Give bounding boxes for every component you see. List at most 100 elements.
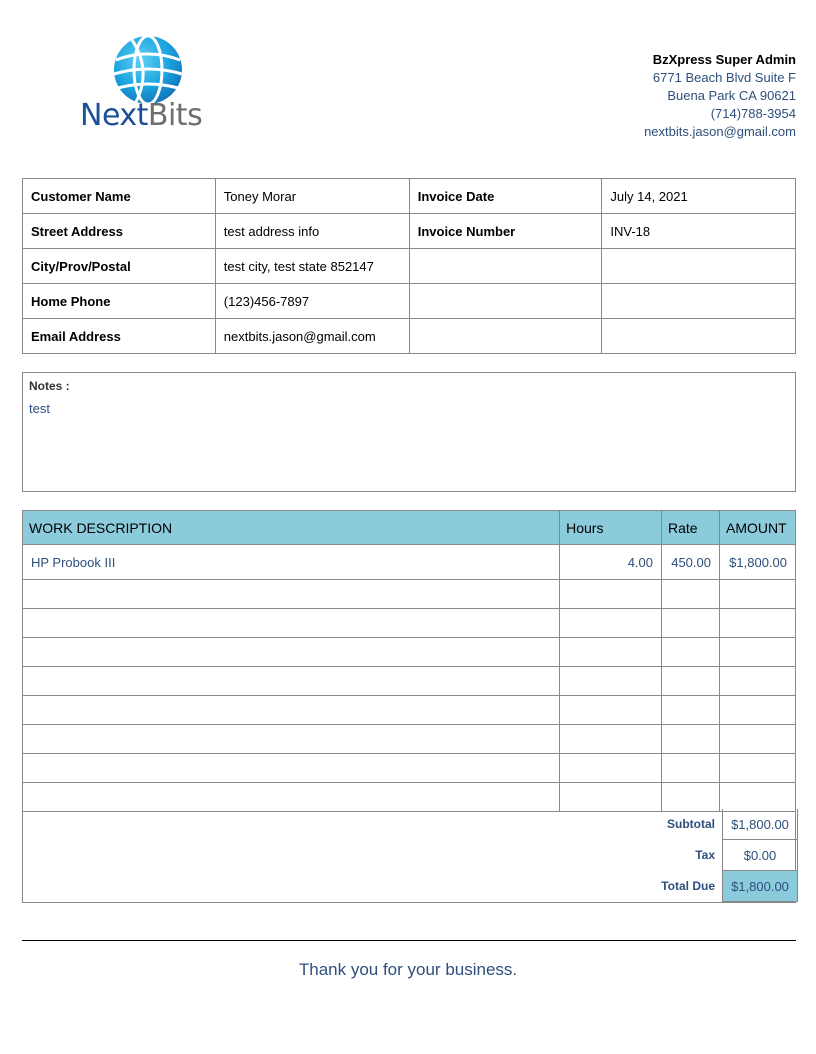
empty-cell <box>559 608 662 638</box>
empty-cell <box>559 782 662 812</box>
empty-cell <box>601 248 796 284</box>
empty-cell <box>661 637 720 667</box>
table-row <box>21 608 797 638</box>
empty-cell <box>559 695 662 725</box>
company-address-1: 6771 Beach Blvd Suite F <box>652 70 796 85</box>
empty-cell <box>21 782 561 812</box>
header-amount: AMOUNT <box>718 510 797 545</box>
empty-cell <box>21 695 561 725</box>
footer-divider <box>22 940 796 941</box>
empty-cell <box>559 637 662 667</box>
subtotal-value: $1,800.00 <box>722 809 798 840</box>
invoice-number-value: INV-18 <box>601 213 796 249</box>
empty-cell <box>718 637 797 667</box>
empty-cell <box>661 608 720 638</box>
empty-cell <box>718 666 797 696</box>
empty-cell <box>661 782 720 812</box>
home-phone-label: Home Phone <box>22 283 216 319</box>
subtotal-row: Subtotal $1,800.00 <box>23 809 798 840</box>
empty-cell <box>661 724 720 754</box>
invoice-date-value: July 14, 2021 <box>601 178 796 214</box>
customer-info-table: Customer Name Toney Morar Invoice Date J… <box>22 178 796 354</box>
empty-cell <box>559 666 662 696</box>
empty-cell <box>661 579 720 609</box>
empty-cell <box>601 318 796 354</box>
email-value: nextbits.jason@gmail.com <box>214 318 410 354</box>
total-due-row: Total Due $1,800.00 <box>23 871 798 902</box>
empty-cell <box>718 579 797 609</box>
notes-label: Notes : <box>29 379 70 393</box>
company-email[interactable]: nextbits.jason@gmail.com <box>644 123 796 141</box>
table-row <box>21 695 797 725</box>
table-row <box>21 724 797 754</box>
empty-cell <box>718 695 797 725</box>
header-work-description: WORK DESCRIPTION <box>21 510 561 545</box>
table-row <box>21 782 797 812</box>
table-row: Home Phone (123)456-7897 <box>22 283 796 319</box>
empty-cell <box>21 753 561 783</box>
invoice-page: NextBits BzXpress Super Admin 6771 Beach… <box>0 0 816 1054</box>
customer-name-label: Customer Name <box>22 178 216 214</box>
item-rate: 450.00 <box>661 544 720 580</box>
table-row: Email Address nextbits.jason@gmail.com <box>22 318 796 354</box>
empty-cell <box>21 724 561 754</box>
empty-cell <box>21 637 561 667</box>
empty-cell <box>408 283 603 319</box>
company-name: BzXpress Super Admin <box>652 52 796 67</box>
globe-icon <box>113 34 183 106</box>
empty-cell <box>21 666 561 696</box>
empty-cell <box>718 608 797 638</box>
table-row <box>21 579 797 609</box>
empty-cell <box>661 695 720 725</box>
company-address-2: Buena Park CA 90621 <box>667 88 796 103</box>
tax-label: Tax <box>695 848 715 862</box>
table-row <box>21 637 797 667</box>
invoice-number-label: Invoice Number <box>408 213 603 249</box>
brand-name: NextBits <box>80 98 203 133</box>
company-info: BzXpress Super Admin 6771 Beach Blvd Sui… <box>644 51 796 141</box>
empty-cell <box>408 248 603 284</box>
work-table-header: WORK DESCRIPTION Hours Rate AMOUNT <box>21 510 797 545</box>
totals-block: Subtotal $1,800.00 Tax $0.00 Total Due $… <box>22 809 798 903</box>
tax-value: $0.00 <box>722 840 798 871</box>
header-hours: Hours <box>559 510 662 545</box>
city-label: City/Prov/Postal <box>22 248 216 284</box>
empty-cell <box>718 753 797 783</box>
item-description: HP Probook III <box>21 544 561 580</box>
table-row <box>21 753 797 783</box>
tax-row: Tax $0.00 <box>23 840 798 871</box>
company-phone: (714)788-3954 <box>710 106 796 121</box>
notes-text: test <box>29 401 50 416</box>
header-rate: Rate <box>661 510 720 545</box>
customer-name-value: Toney Morar <box>214 178 410 214</box>
invoice-date-label: Invoice Date <box>408 178 603 214</box>
empty-cell <box>661 666 720 696</box>
home-phone-value: (123)456-7897 <box>214 283 410 319</box>
empty-cell <box>559 579 662 609</box>
empty-cell <box>559 753 662 783</box>
table-row: Customer Name Toney Morar Invoice Date J… <box>22 178 796 214</box>
work-table: WORK DESCRIPTION Hours Rate AMOUNT HP Pr… <box>21 510 797 812</box>
table-row: HP Probook III 4.00 450.00 $1,800.00 <box>21 544 797 580</box>
street-address-value: test address info <box>214 213 410 249</box>
notes-box: Notes : test <box>22 372 796 492</box>
item-hours: 4.00 <box>559 544 662 580</box>
empty-cell <box>661 753 720 783</box>
empty-cell <box>718 724 797 754</box>
item-amount: $1,800.00 <box>718 544 797 580</box>
total-due-value: $1,800.00 <box>722 871 798 902</box>
subtotal-label: Subtotal <box>667 817 715 831</box>
empty-cell <box>408 318 603 354</box>
email-label: Email Address <box>22 318 216 354</box>
thank-you-message: Thank you for your business. <box>298 960 518 979</box>
city-value: test city, test state 852147 <box>214 248 410 284</box>
empty-cell <box>718 782 797 812</box>
street-address-label: Street Address <box>22 213 216 249</box>
total-due-label: Total Due <box>661 879 715 893</box>
empty-cell <box>601 283 796 319</box>
table-row: City/Prov/Postal test city, test state 8… <box>22 248 796 284</box>
table-row <box>21 666 797 696</box>
empty-cell <box>21 608 561 638</box>
company-logo: NextBits <box>80 32 220 133</box>
empty-cell <box>21 579 561 609</box>
